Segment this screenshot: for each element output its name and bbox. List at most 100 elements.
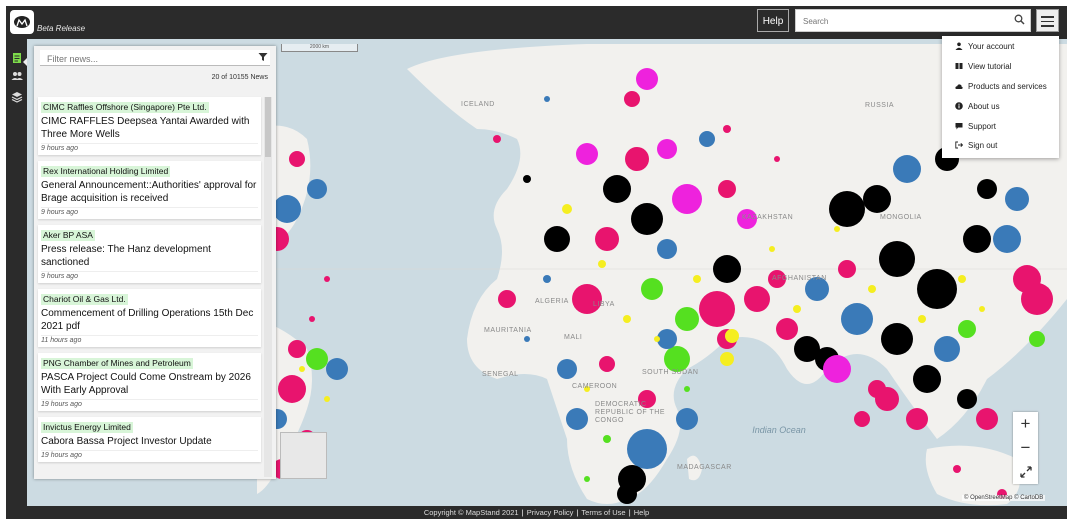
map-label-madagascar: MADAGASCAR bbox=[677, 464, 732, 471]
footer-help-link[interactable]: Help bbox=[634, 508, 649, 517]
hamburger-menu-button[interactable] bbox=[1036, 9, 1059, 32]
cloud-icon bbox=[955, 84, 963, 89]
menu-item-label: Products and services bbox=[968, 82, 1047, 91]
news-filter-input[interactable] bbox=[45, 50, 249, 67]
news-title[interactable]: CIMC RAFFLES Deepsea Yantai Awarded with… bbox=[41, 115, 258, 141]
user-icon bbox=[955, 42, 963, 50]
marker-cluster-europe bbox=[544, 68, 757, 314]
news-time: 9 hours ago bbox=[41, 143, 258, 152]
map-label-senegal: SENEGAL bbox=[482, 371, 519, 378]
chat-icon bbox=[955, 123, 963, 130]
menu-item-your-account[interactable]: Your account bbox=[955, 42, 1014, 51]
map-attribution[interactable]: © OpenStreetMap © CartoDB bbox=[962, 495, 1046, 501]
zoom-controls: + − bbox=[1013, 412, 1038, 484]
app-frame: Beta Release Help Search ICELAND RUSSIA … bbox=[6, 6, 1067, 519]
info-icon bbox=[955, 102, 963, 110]
map-label-mali: MALI bbox=[564, 334, 583, 341]
news-card[interactable]: Chariot Oil & Gas Ltd. Commencement of D… bbox=[38, 289, 261, 347]
news-company[interactable]: Chariot Oil & Gas Ltd. bbox=[41, 294, 128, 305]
news-company[interactable]: CIMC Raffles Offshore (Singapore) Pte Lt… bbox=[41, 102, 209, 113]
menu-item-label: Support bbox=[968, 122, 997, 131]
marker-cluster-americas bbox=[265, 151, 348, 479]
marker-cluster-africa bbox=[498, 290, 734, 504]
zoom-out-button[interactable]: − bbox=[1013, 436, 1038, 460]
menu-item-view-tutorial[interactable]: View tutorial bbox=[955, 62, 1011, 71]
news-scrollbar-thumb[interactable] bbox=[265, 97, 271, 157]
map-label-iceland: ICELAND bbox=[461, 101, 495, 108]
map-label-south-sudan: SOUTH SUDAN bbox=[642, 369, 699, 376]
marker-cluster-middle-east bbox=[641, 270, 786, 372]
account-menu: Your account View tutorial Products and … bbox=[942, 36, 1059, 158]
map-label-mongolia: MONGOLIA bbox=[880, 214, 922, 221]
menu-item-label: Sign out bbox=[968, 141, 998, 150]
news-time: 9 hours ago bbox=[41, 271, 258, 280]
map-label-algeria: ALGERIA bbox=[535, 298, 569, 305]
news-title[interactable]: Press release: The Hanz development sanc… bbox=[41, 243, 258, 269]
news-time: 19 hours ago bbox=[41, 450, 258, 459]
footer-copyright: Copyright © MapStand 2021 bbox=[423, 508, 519, 517]
layers-icon[interactable] bbox=[11, 91, 23, 103]
map-label-russia: RUSSIA bbox=[865, 102, 895, 109]
map-label-drc: DEMOCRATIC REPUBLIC OF THE CONGO bbox=[595, 401, 665, 424]
companies-icon[interactable] bbox=[11, 70, 23, 82]
menu-item-sign-out[interactable]: Sign out bbox=[955, 141, 997, 150]
news-icon[interactable] bbox=[11, 52, 23, 64]
news-card[interactable]: PNG Chamber of Mines and Petroleum PASCA… bbox=[38, 353, 261, 411]
menu-item-label: Your account bbox=[968, 42, 1015, 51]
footer-terms-link[interactable]: Terms of Use bbox=[581, 508, 625, 517]
map-label-libya: LIBYA bbox=[593, 301, 615, 308]
news-panel: 20 of 10155 News CIMC Raffles Offshore (… bbox=[34, 46, 276, 479]
help-button[interactable]: Help bbox=[757, 9, 789, 32]
news-company[interactable]: Invictus Energy Limited bbox=[41, 422, 133, 433]
map-label-afghanistan: AFGHANISTAN bbox=[772, 275, 827, 282]
menu-line bbox=[1041, 16, 1054, 18]
marker-cluster-asia bbox=[776, 147, 1053, 430]
news-title[interactable]: Commencement of Drilling Operations 15th… bbox=[41, 307, 258, 333]
news-time: 11 hours ago bbox=[41, 335, 258, 344]
expand-icon bbox=[1019, 466, 1032, 478]
news-filter bbox=[40, 50, 270, 67]
menu-item-support[interactable]: Support bbox=[955, 122, 996, 131]
logo-icon bbox=[14, 16, 30, 28]
search-box bbox=[795, 9, 1031, 32]
news-time: 9 hours ago bbox=[41, 207, 258, 216]
news-card[interactable]: Invictus Energy Limited Cabora Bassa Pro… bbox=[38, 417, 261, 462]
news-title[interactable]: PASCA Project Could Come Onstream by 202… bbox=[41, 371, 258, 397]
search-input[interactable] bbox=[801, 11, 1005, 32]
logo[interactable] bbox=[10, 10, 34, 34]
map-label-kazakhstan: KAZAKHSTAN bbox=[742, 214, 794, 221]
news-card[interactable]: Rex International Holding Limited Genera… bbox=[38, 161, 261, 219]
news-title[interactable]: General Announcement::Authorities' appro… bbox=[41, 179, 258, 205]
news-card[interactable]: CIMC Raffles Offshore (Singapore) Pte Lt… bbox=[38, 97, 261, 155]
map-label-cameroon: CAMEROON bbox=[572, 383, 618, 390]
menu-item-label: View tutorial bbox=[968, 62, 1012, 71]
fullscreen-button[interactable] bbox=[1013, 460, 1038, 484]
news-time: 19 hours ago bbox=[41, 399, 258, 408]
search-icon[interactable] bbox=[1014, 14, 1025, 25]
news-scrollbar[interactable] bbox=[264, 97, 272, 477]
news-title[interactable]: Cabora Bassa Project Investor Update bbox=[41, 435, 258, 448]
news-card[interactable]: Aker BP ASA Press release: The Hanz deve… bbox=[38, 225, 261, 283]
news-company[interactable]: Rex International Holding Limited bbox=[41, 166, 171, 177]
left-toolbar bbox=[6, 39, 27, 509]
news-company[interactable]: PNG Chamber of Mines and Petroleum bbox=[41, 358, 193, 369]
menu-line bbox=[1041, 25, 1054, 27]
news-count: 20 of 10155 News bbox=[211, 74, 268, 81]
menu-item-products-and-services[interactable]: Products and services bbox=[955, 82, 1047, 91]
menu-item-about-us[interactable]: About us bbox=[955, 102, 1000, 111]
map-minimap[interactable] bbox=[280, 432, 327, 479]
zoom-in-button[interactable]: + bbox=[1013, 412, 1038, 436]
map-label-mauritania: MAURITANIA bbox=[484, 327, 532, 334]
footer-separator: | bbox=[521, 508, 524, 517]
news-company[interactable]: Aker BP ASA bbox=[41, 230, 95, 241]
footer: Copyright © MapStand 2021 | Privacy Poli… bbox=[6, 506, 1067, 519]
book-icon bbox=[955, 63, 963, 69]
filter-icon[interactable] bbox=[258, 52, 268, 62]
top-bar: Beta Release Help bbox=[6, 6, 1067, 39]
sign-out-icon bbox=[955, 141, 963, 149]
footer-privacy-link[interactable]: Privacy Policy bbox=[527, 508, 574, 517]
menu-line bbox=[1041, 20, 1054, 22]
map-label-indian-ocean: Indian Ocean bbox=[752, 425, 806, 435]
footer-separator: | bbox=[576, 508, 579, 517]
footer-separator: | bbox=[628, 508, 631, 517]
